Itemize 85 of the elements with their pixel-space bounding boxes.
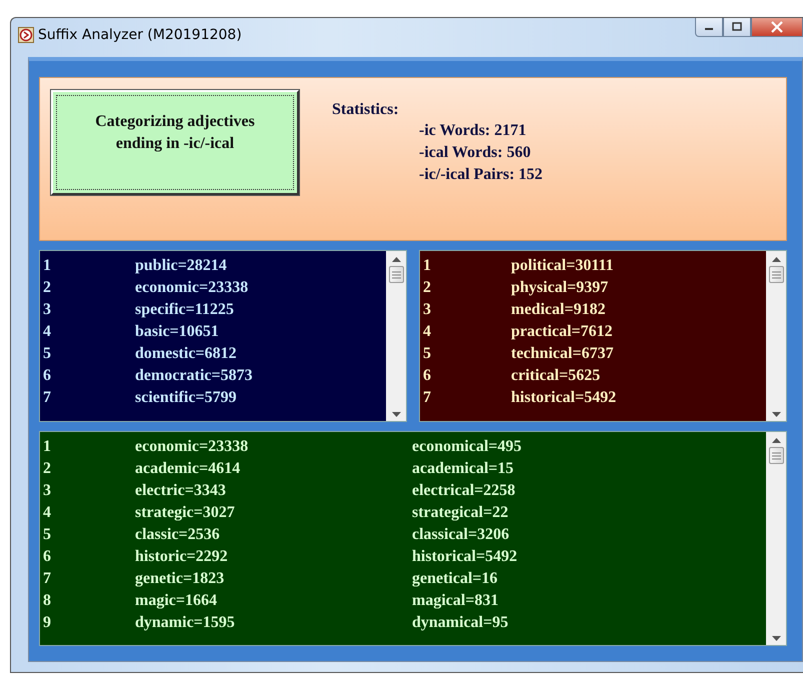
list-cell-text: genetic=1823 [135, 569, 226, 589]
list-cell-text: economic=23338 [135, 278, 248, 298]
list-cell-text: 3 [42, 481, 52, 501]
list-cell-text: 9 [42, 613, 52, 633]
list-cell-text: economical=495 [412, 437, 522, 457]
list-box[interactable] [40, 432, 766, 645]
list-cell-text: 8 [42, 591, 52, 611]
statistic-line: -ic Words: 2171 [419, 121, 528, 141]
list-cell-text: strategic=3027 [135, 503, 236, 523]
list-box[interactable]: 1 political=30111 2 physical=9397 3 medical=9182 4 practical=7612 5 technical=6737 6 critical=5625 7 historical=5492 [420, 251, 766, 421]
scroll-down-icon[interactable] [772, 636, 780, 641]
list-cell-text: 6 [422, 366, 432, 386]
list-cell-text: 1 [42, 256, 52, 276]
list-cell-text: 2 [42, 459, 52, 479]
scrollbar[interactable] [766, 432, 786, 645]
list-cell-text: 1 [422, 256, 432, 276]
list-cell-text: genetical=16 [412, 569, 498, 589]
list-cell-text: classical=3206 [412, 525, 510, 545]
list-cell-text: 2 [42, 278, 52, 298]
statistics-heading: Statistics: [332, 100, 400, 120]
grip-icon [772, 270, 780, 278]
statistic-line: -ic/-ical Pairs: 152 [419, 165, 543, 185]
list-cell-text: political=30111 [511, 256, 614, 276]
scroll-up-icon[interactable] [772, 257, 780, 262]
list-cell-text: scientific=5799 [135, 388, 237, 408]
list-cell-text: critical=5625 [511, 366, 600, 386]
list-cell-text: 2 [422, 278, 432, 298]
scroll-thumb[interactable] [768, 447, 784, 464]
list-cell-text: historic=2292 [135, 547, 229, 567]
scroll-thumb[interactable] [768, 266, 784, 283]
maximize-button[interactable] [723, 18, 751, 37]
list-cell-text: physical=9397 [511, 278, 608, 298]
grip-icon [392, 270, 400, 278]
scrollbar[interactable] [766, 251, 786, 421]
scroll-thumb[interactable] [388, 266, 404, 283]
list-cell-text: 7 [42, 388, 52, 408]
app-icon [18, 27, 34, 43]
list-cell-text: 3 [422, 300, 432, 320]
list-cell-text: specific=11225 [135, 300, 234, 320]
list-cell-text: 3 [42, 300, 52, 320]
list-cell-text: strategical=22 [412, 503, 508, 523]
list-cell-text: 7 [42, 569, 52, 589]
window-title: Suffix Analyzer (M20191208) [38, 27, 242, 43]
list-cell-text: magical=831 [412, 591, 498, 611]
grip-icon [772, 452, 780, 460]
statistic-line: -ical Words: 560 [419, 143, 532, 163]
list-cell-text: 6 [42, 547, 52, 567]
list-cell-text: 4 [422, 322, 432, 342]
list-cell-text: historical=5492 [511, 388, 616, 408]
maximize-icon [730, 22, 744, 32]
close-icon [770, 21, 784, 33]
list-cell-text: basic=10651 [135, 322, 219, 342]
list-cell-text: 6 [42, 366, 52, 386]
list-cell-text: practical=7612 [511, 322, 613, 342]
list-cell-text: 4 [42, 322, 52, 342]
list-cell-text: magic=1664 [135, 591, 218, 611]
scroll-down-icon[interactable] [772, 412, 780, 417]
minimize-button[interactable] [695, 18, 723, 37]
list-cell-text: electrical=2258 [412, 481, 516, 501]
list-cell-text: economic=23338 [135, 437, 250, 457]
list-cell-text: academical=15 [412, 459, 514, 479]
list-cell-text: technical=6737 [511, 344, 614, 364]
list-cell-text: 5 [42, 344, 52, 364]
list-cell-text: 5 [42, 525, 52, 545]
list-cell-text: democratic=5873 [135, 366, 253, 386]
list-cell-text: 7 [422, 388, 432, 408]
list-cell-text: classic=2536 [135, 525, 221, 545]
close-button[interactable] [751, 18, 803, 37]
list-cell-text: 5 [422, 344, 432, 364]
list-cell-text: electric=3343 [135, 481, 227, 501]
list-cell-text: academic=4614 [135, 459, 242, 479]
list-cell-text: historical=5492 [412, 547, 518, 567]
categorize-button[interactable]: Categorizing adjectives ending in -ic/-ical [51, 90, 299, 195]
scroll-down-icon[interactable] [392, 412, 400, 417]
list-cell-text: dynamic=1595 [135, 613, 236, 633]
scroll-up-icon[interactable] [772, 438, 780, 443]
list-cell-text: domestic=6812 [135, 344, 237, 364]
list-cell-text: public=28214 [135, 256, 227, 276]
list-cell-text: 1 [42, 437, 52, 457]
list-box[interactable]: 1 public=28214 2 economic=23338 3 specific=11225 4 basic=10651 5 domestic=6812 6 democratic=5873 7 scientific=5799 [40, 251, 386, 421]
list-cell-text: 4 [42, 503, 52, 523]
scroll-up-icon[interactable] [392, 257, 400, 262]
list-cell-text: medical=9182 [511, 300, 606, 320]
scrollbar[interactable] [386, 251, 406, 421]
list-cell-text: dynamical=95 [412, 613, 508, 633]
